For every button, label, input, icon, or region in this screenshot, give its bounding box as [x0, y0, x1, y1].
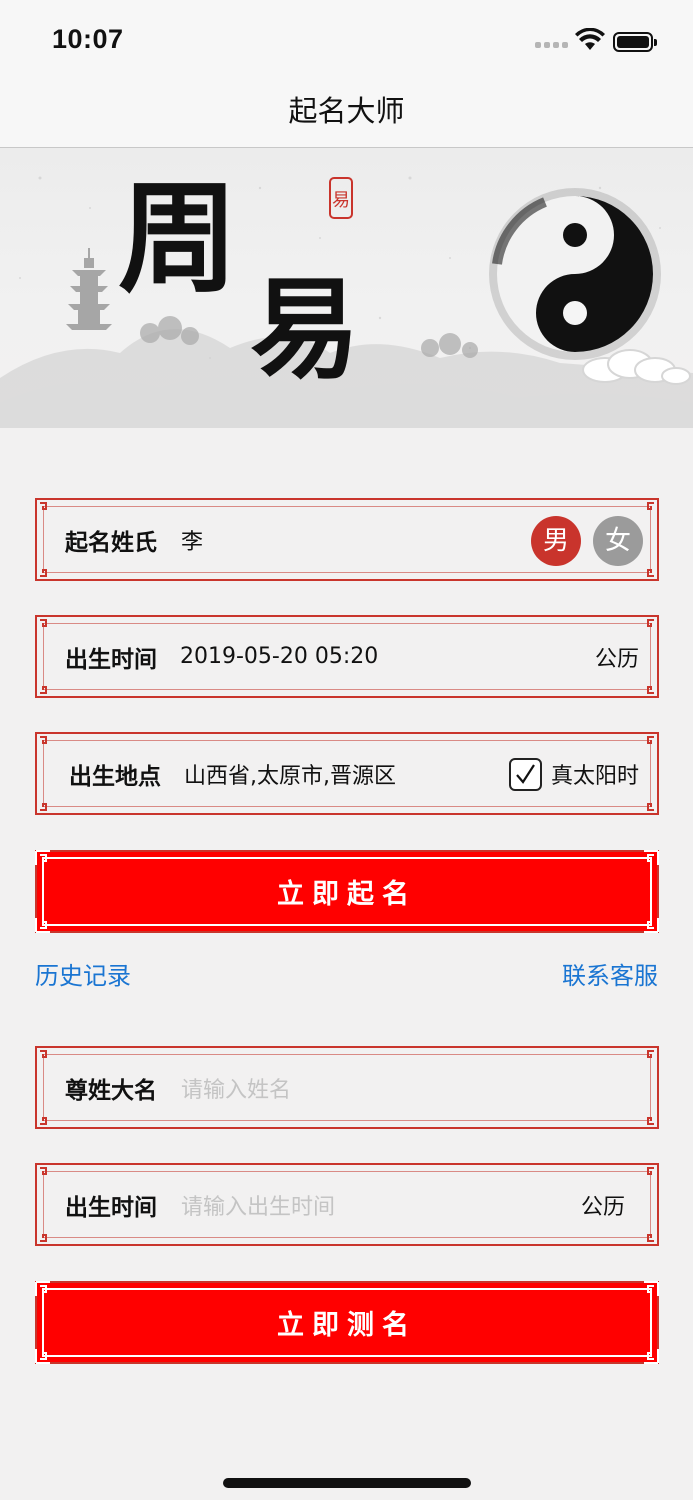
- test-name-button[interactable]: 立即测名: [35, 1281, 659, 1364]
- surname-input[interactable]: 李: [181, 500, 203, 579]
- calendar-type[interactable]: 公历: [595, 617, 639, 696]
- test-birth-time-row[interactable]: 出生时间 请输入出生时间 公历: [35, 1163, 659, 1246]
- home-indicator[interactable]: [223, 1478, 471, 1488]
- gender-male-button[interactable]: 男: [531, 516, 581, 566]
- birth-time-row[interactable]: 出生时间 2019-05-20 05:20 公历: [35, 615, 659, 698]
- birth-place-value[interactable]: 山西省,太原市,晋源区: [184, 734, 396, 813]
- gender-female-button[interactable]: 女: [593, 516, 643, 566]
- surname-label: 起名姓氏: [65, 529, 157, 556]
- full-name-row[interactable]: 尊姓大名 请输入姓名: [35, 1046, 659, 1129]
- birth-time-value[interactable]: 2019-05-20 05:20: [180, 617, 378, 696]
- birth-place-row[interactable]: 出生地点 山西省,太原市,晋源区 真太阳时: [35, 732, 659, 815]
- test-birth-time-label: 出生时间: [65, 1194, 157, 1221]
- navigation-bar: 起名大师: [0, 82, 693, 148]
- true-solar-time-label[interactable]: 真太阳时: [551, 734, 639, 813]
- test-calendar-type[interactable]: 公历: [581, 1165, 625, 1244]
- surname-row[interactable]: 起名姓氏 李 男 女: [35, 498, 659, 581]
- full-name-input[interactable]: 请输入姓名: [181, 1048, 291, 1127]
- birth-place-label: 出生地点: [69, 763, 161, 790]
- taiji-icon: [489, 188, 661, 360]
- contact-support-link[interactable]: 联系客服: [562, 956, 658, 991]
- banner-ink-painting: 周 易 易: [0, 168, 693, 428]
- status-time: 10:07: [52, 24, 124, 54]
- birth-time-label: 出生时间: [65, 646, 157, 673]
- calligraphy-zhou: 周: [118, 168, 238, 309]
- calligraphy-yi: 易: [250, 265, 360, 394]
- wifi-icon: [575, 28, 605, 50]
- test-name-label: 立即测名: [277, 1310, 417, 1341]
- cellular-signal-icon: [535, 42, 569, 50]
- start-naming-button[interactable]: 立即起名: [35, 850, 659, 933]
- true-solar-time-checkbox[interactable]: [509, 758, 542, 791]
- history-link[interactable]: 历史记录: [35, 956, 131, 991]
- battery-icon: [613, 32, 657, 52]
- start-naming-label: 立即起名: [277, 879, 417, 910]
- test-birth-time-input[interactable]: 请输入出生时间: [181, 1165, 335, 1244]
- page-title: 起名大师: [288, 94, 405, 128]
- status-bar: 10:07: [0, 0, 693, 82]
- status-icons: [535, 28, 665, 54]
- checkmark-icon: [516, 764, 535, 784]
- full-name-label: 尊姓大名: [65, 1077, 157, 1104]
- zhouyi-banner: 周 易 易: [0, 148, 693, 428]
- red-seal: 易: [332, 190, 350, 211]
